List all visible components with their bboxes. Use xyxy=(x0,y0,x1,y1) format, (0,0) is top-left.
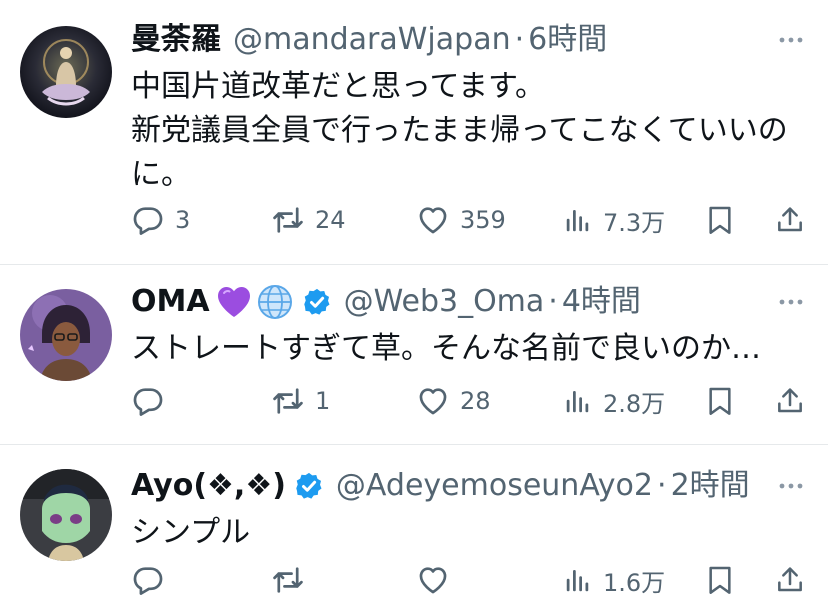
share-icon xyxy=(774,385,806,417)
bookmark-button[interactable] xyxy=(704,200,736,240)
retweet-button[interactable]: 1 xyxy=(271,381,330,421)
verified-badge-icon xyxy=(302,287,332,317)
share-icon xyxy=(774,564,806,596)
avatar[interactable] xyxy=(20,469,112,561)
view-count: 1.6万 xyxy=(603,568,666,597)
reply-icon xyxy=(131,384,165,418)
views-icon xyxy=(563,205,593,235)
like-button[interactable]: 359 xyxy=(416,200,506,240)
bookmark-icon xyxy=(704,385,736,417)
views-icon xyxy=(563,386,593,416)
tweet-text-line: に。 xyxy=(131,157,191,192)
purple-heart-emoji xyxy=(217,287,250,317)
globe-emoji xyxy=(257,285,292,319)
like-count: 359 xyxy=(460,206,506,234)
bookmark-icon xyxy=(704,204,736,236)
more-icon xyxy=(776,287,806,317)
display-name[interactable]: OMA xyxy=(131,282,210,322)
views-icon xyxy=(563,565,593,595)
action-bar: 3 24 359 7.3万 xyxy=(131,200,806,240)
like-count: 28 xyxy=(460,387,491,415)
retweet-count: 1 xyxy=(315,387,331,415)
like-icon xyxy=(416,203,450,237)
action-bar: 1 28 2.8万 xyxy=(131,381,806,421)
share-button[interactable] xyxy=(774,560,806,600)
avatar[interactable] xyxy=(20,289,112,381)
separator-dot: · xyxy=(514,22,525,57)
more-options-button[interactable] xyxy=(776,471,806,501)
tweet-text-line: シンプル xyxy=(131,515,251,550)
bookmark-button[interactable] xyxy=(704,381,736,421)
avatar[interactable] xyxy=(20,26,112,118)
tweet-3[interactable]: Ayo(❖,❖) @AdeyemoseunAyo2 · 2時間 シンプル 1.6… xyxy=(0,445,828,607)
share-icon xyxy=(774,204,806,236)
user-handle[interactable]: @Web3_Oma xyxy=(344,282,545,322)
user-handle[interactable]: @mandaraWjapan xyxy=(233,20,511,60)
tweet-text: 中国片道改革だと思ってます。 新党議員全員で行ったまま帰ってこなくていいの に。 xyxy=(131,65,788,197)
retweet-button[interactable]: 24 xyxy=(271,200,346,240)
like-icon xyxy=(416,563,450,597)
display-name[interactable]: 曼荼羅 xyxy=(131,20,221,60)
tweet-2[interactable]: OMA @Web3_Oma · 4時間 ストレートすぎて草。そんな名前で良いのか… xyxy=(0,265,828,445)
reply-icon xyxy=(131,563,165,597)
user-handle[interactable]: @AdeyemoseunAyo2 xyxy=(336,466,653,506)
tweet-text-line: 中国片道改革だと思ってます。 xyxy=(131,69,545,104)
retweet-icon xyxy=(271,384,305,418)
views-button[interactable]: 1.6万 xyxy=(563,560,665,600)
display-name[interactable]: Ayo(❖,❖) xyxy=(131,466,286,506)
tweet-text-line: 新党議員全員で行ったまま帰ってこなくていいの xyxy=(131,113,788,148)
retweet-icon xyxy=(271,203,305,237)
bookmark-button[interactable] xyxy=(704,560,736,600)
more-icon xyxy=(776,471,806,501)
tweet-text: シンプル xyxy=(131,511,788,555)
tweet-text-line: ストレートすぎて草。そんな名前で良いのか… xyxy=(131,331,761,366)
like-icon xyxy=(416,384,450,418)
retweet-button[interactable] xyxy=(271,560,315,600)
more-icon xyxy=(776,25,806,55)
view-count: 7.3万 xyxy=(603,208,666,237)
more-options-button[interactable] xyxy=(776,287,806,317)
view-count: 2.8万 xyxy=(603,389,666,418)
separator-dot: · xyxy=(657,468,667,503)
reply-count: 3 xyxy=(175,206,191,234)
tweet-header: 曼荼羅 @mandaraWjapan · 6時間 xyxy=(131,20,768,60)
verified-badge-icon xyxy=(294,471,324,501)
tweet-header: OMA @Web3_Oma · 4時間 xyxy=(131,282,768,322)
reply-button[interactable] xyxy=(131,381,175,421)
timestamp[interactable]: 4時間 xyxy=(562,282,641,322)
more-options-button[interactable] xyxy=(776,25,806,55)
bookmark-icon xyxy=(704,564,736,596)
reply-button[interactable] xyxy=(131,560,175,600)
like-button[interactable]: 28 xyxy=(416,381,491,421)
action-bar: 1.6万 xyxy=(131,560,806,600)
name-emojis xyxy=(216,284,294,320)
share-button[interactable] xyxy=(774,381,806,421)
retweet-count: 24 xyxy=(315,206,346,234)
tweet-text: ストレートすぎて草。そんな名前で良いのか… xyxy=(131,327,788,371)
retweet-icon xyxy=(271,563,305,597)
timestamp[interactable]: 2時間 xyxy=(671,466,750,506)
verified-badge[interactable] xyxy=(302,287,332,317)
separator-dot: · xyxy=(548,284,558,319)
views-button[interactable]: 2.8万 xyxy=(563,381,665,421)
reply-icon xyxy=(131,203,165,237)
like-button[interactable] xyxy=(416,560,460,600)
reply-button[interactable]: 3 xyxy=(131,200,190,240)
tweet-1[interactable]: 曼荼羅 @mandaraWjapan · 6時間 中国片道改革だと思ってます。 … xyxy=(0,0,828,265)
tweet-header: Ayo(❖,❖) @AdeyemoseunAyo2 · 2時間 xyxy=(131,466,768,506)
verified-badge[interactable] xyxy=(294,471,324,501)
timestamp[interactable]: 6時間 xyxy=(528,20,607,60)
views-button[interactable]: 7.3万 xyxy=(563,200,665,240)
share-button[interactable] xyxy=(774,200,806,240)
